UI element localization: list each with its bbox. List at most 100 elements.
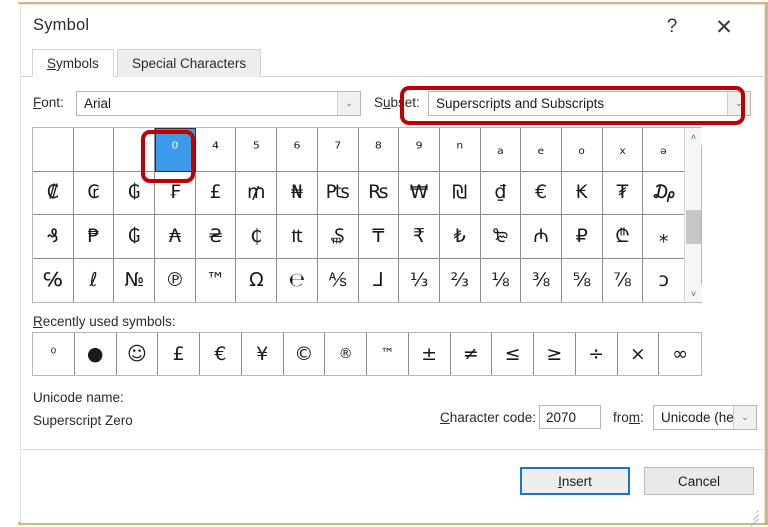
recent-symbol-cell[interactable]: ≠ xyxy=(451,333,493,375)
symbol-cell[interactable]: ™ xyxy=(196,258,237,302)
scroll-down-arrow-icon[interactable]: ˅ xyxy=(685,285,702,302)
symbol-cell[interactable]: ₽ xyxy=(561,215,603,259)
symbol-grid[interactable]: ⁰ ⁴ ⁵ ⁶ ⁷ ⁸ ⁹ ⁿ ₐ ₑ ₒ ₓ ₔ ₡ ₢ ₲ ₣ £ ₥ ₦ ₧ ₨ ₩ ₪ ₫ € ₭ ₮ ₯ ₰ ₱ ₲ ₳ ₴ ₵ ₶ ₷ ₸ ₹ ₺… xyxy=(33,128,684,302)
recent-symbol-cell[interactable]: ÷ xyxy=(576,333,618,375)
recent-symbol-cell[interactable]: ⁰ xyxy=(33,333,75,375)
symbol-cell[interactable]: ⁷ xyxy=(317,128,359,172)
symbol-cell[interactable]: ₲ xyxy=(114,171,156,215)
symbol-cell[interactable]: ⁵ xyxy=(236,128,278,172)
chevron-down-icon[interactable]: ⌄ xyxy=(733,406,756,429)
symbol-cell[interactable]: ⁸ xyxy=(358,128,400,172)
symbol-cell[interactable]: ℗ xyxy=(155,258,196,302)
symbol-cell[interactable]: ₣ xyxy=(155,171,196,215)
symbol-cell[interactable] xyxy=(114,128,156,172)
recent-symbol-cell[interactable]: ≤ xyxy=(492,333,534,375)
symbol-cell[interactable]: ₯ xyxy=(643,172,684,215)
subset-dropdown[interactable]: Superscripts and Subscripts ⌄ xyxy=(428,91,751,116)
symbol-cell[interactable]: ⁶ xyxy=(277,128,318,172)
symbol-cell[interactable]: ₴ xyxy=(195,215,237,259)
symbol-cell[interactable]: Ω xyxy=(236,258,278,302)
chevron-down-icon[interactable]: ⌄ xyxy=(337,92,360,115)
resize-grip-icon[interactable] xyxy=(747,507,759,527)
symbol-cell[interactable]: € xyxy=(521,171,562,215)
symbol-cell[interactable]: ₼ xyxy=(521,215,562,259)
recent-symbol-cell[interactable]: ¥ xyxy=(242,333,284,375)
symbol-cell[interactable]: ₾ xyxy=(602,215,644,259)
symbol-cell[interactable]: ₭ xyxy=(561,171,603,215)
symbol-cell[interactable]: ⅞ xyxy=(603,258,644,302)
symbol-cell[interactable]: ₱ xyxy=(73,215,115,259)
character-code-input[interactable]: 2070 xyxy=(539,405,601,429)
cancel-button[interactable]: Cancel xyxy=(644,467,754,495)
recent-symbol-cell[interactable]: ∞ xyxy=(659,333,701,375)
symbol-cell[interactable]: £ xyxy=(195,171,237,215)
symbol-cell[interactable] xyxy=(33,128,74,172)
symbol-cell[interactable]: ⁹ xyxy=(399,128,440,172)
symbol-cell[interactable]: ⅃ xyxy=(359,258,400,302)
symbol-cell[interactable]: ₫ xyxy=(480,171,522,215)
symbol-cell[interactable]: ⅛ xyxy=(481,258,522,302)
symbol-cell[interactable]: ₔ xyxy=(643,128,684,172)
symbol-cell[interactable]: ℓ xyxy=(74,258,115,302)
symbol-cell[interactable]: ₩ xyxy=(399,171,440,215)
close-icon[interactable]: ✕ xyxy=(704,9,744,45)
from-dropdown[interactable]: Unicode (hex) ⌄ xyxy=(653,405,757,430)
insert-button[interactable]: Insert xyxy=(520,467,630,495)
help-icon[interactable]: ? xyxy=(652,9,692,45)
recent-symbol-cell[interactable]: ® xyxy=(325,333,367,375)
symbol-cell[interactable]: ₪ xyxy=(439,171,481,215)
symbol-cell[interactable]: ⅝ xyxy=(562,258,603,302)
symbol-cell[interactable]: ₺ xyxy=(439,215,481,259)
tab-special-characters[interactable]: Special Characters xyxy=(117,49,262,77)
symbol-cell[interactable]: ₵ xyxy=(236,215,278,259)
recent-symbol-cell[interactable]: ± xyxy=(409,333,451,375)
recent-symbol-cell[interactable]: ™ xyxy=(367,333,409,375)
symbol-cell[interactable]: ₦ xyxy=(277,171,318,215)
symbol-cell[interactable]: ⁎ xyxy=(643,215,684,259)
symbol-cell[interactable]: ₳ xyxy=(155,215,196,259)
symbol-cell[interactable]: ⅍ xyxy=(318,258,359,302)
symbol-cell[interactable]: ₐ xyxy=(480,128,522,172)
recently-used-symbols-grid[interactable]: ⁰ ● ☺ £ € ¥ © ® ™ ± ≠ ≤ ≥ ÷ × ∞ xyxy=(32,332,702,376)
scrollbar-thumb[interactable] xyxy=(686,210,701,244)
symbol-cell[interactable]: ₒ xyxy=(561,128,603,172)
recent-symbol-cell[interactable]: £ xyxy=(158,333,200,375)
symbol-cell[interactable]: ℮ xyxy=(277,258,318,302)
symbol-cell[interactable]: ₓ xyxy=(602,128,644,172)
recent-symbol-cell[interactable]: © xyxy=(284,333,326,375)
symbol-cell[interactable]: ₑ xyxy=(521,128,562,172)
symbol-cell[interactable]: ₹ xyxy=(399,215,440,259)
font-dropdown[interactable]: Arial ⌄ xyxy=(76,91,361,116)
symbol-cell[interactable] xyxy=(73,128,115,172)
symbol-cell[interactable]: ₰ xyxy=(33,215,74,259)
symbol-cell[interactable]: ⅔ xyxy=(440,258,481,302)
tab-symbols[interactable]: Symbols xyxy=(32,49,114,77)
scroll-up-arrow-icon[interactable]: ˄ xyxy=(685,128,702,145)
symbol-cell[interactable]: ⅜ xyxy=(521,258,562,302)
symbol-cell[interactable]: ℅ xyxy=(33,258,74,302)
symbol-cell[interactable]: ₥ xyxy=(236,171,278,215)
symbol-cell[interactable]: ⅓ xyxy=(399,258,440,302)
symbol-cell[interactable]: ₷ xyxy=(317,215,359,259)
recent-symbol-cell[interactable]: ☺ xyxy=(117,333,159,375)
symbol-cell[interactable]: ₻ xyxy=(480,215,522,259)
symbol-grid-scrollbar[interactable]: ˄ ˅ xyxy=(684,128,702,302)
recent-symbol-cell[interactable]: ≥ xyxy=(534,333,576,375)
symbol-cell[interactable]: ↄ xyxy=(643,259,684,303)
symbol-cell[interactable]: ₸ xyxy=(358,215,400,259)
symbol-cell[interactable]: ₢ xyxy=(73,171,115,215)
symbol-cell[interactable]: ₧ xyxy=(317,171,359,215)
symbol-cell[interactable]: № xyxy=(114,258,156,302)
symbol-cell[interactable]: ₮ xyxy=(602,171,644,215)
symbol-cell[interactable]: ⁴ xyxy=(195,128,237,172)
symbol-cell[interactable]: ₡ xyxy=(33,171,74,215)
recent-symbol-cell[interactable]: ● xyxy=(75,333,117,375)
symbol-cell[interactable]: ⁿ xyxy=(439,128,481,172)
symbol-cell[interactable]: ⁰ xyxy=(155,128,196,172)
recent-symbol-cell[interactable]: × xyxy=(618,333,660,375)
symbol-cell[interactable]: ₨ xyxy=(358,171,400,215)
symbol-cell[interactable]: ₲ xyxy=(114,215,156,259)
symbol-cell[interactable]: ₶ xyxy=(277,215,318,259)
recent-symbol-cell[interactable]: € xyxy=(200,333,242,375)
chevron-down-icon[interactable]: ⌄ xyxy=(727,92,750,115)
